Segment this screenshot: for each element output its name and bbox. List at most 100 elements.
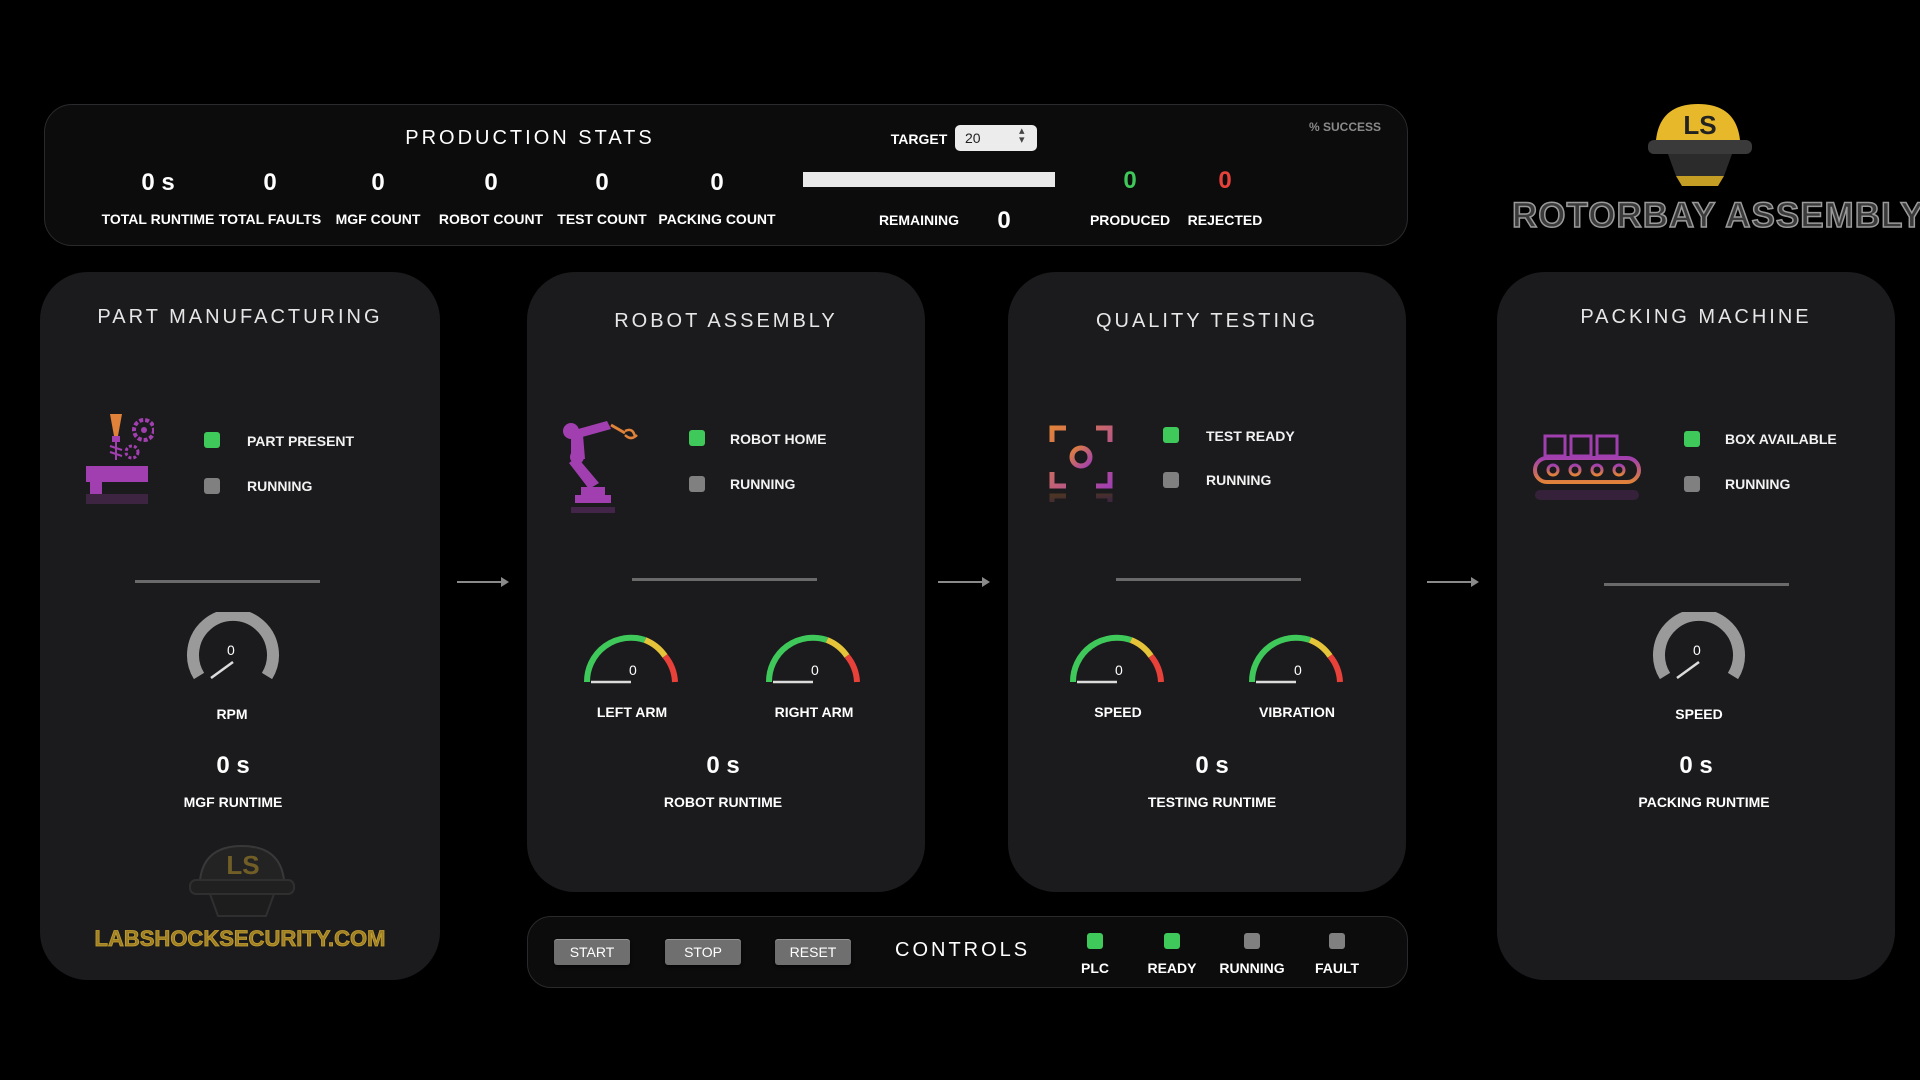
left-arm-gauge: 0: [581, 630, 681, 695]
flow-arrow: [457, 577, 509, 587]
runtime-label: PACKING RUNTIME: [1638, 794, 1770, 810]
station-title: QUALITY TESTING: [1095, 310, 1319, 332]
right-arm-gauge: 0: [763, 630, 863, 695]
divider: [1604, 583, 1789, 586]
indicator-label: PART PRESENT: [247, 433, 355, 449]
gauge-label: SPEED: [1675, 706, 1723, 722]
gauge-label: SPEED: [1094, 704, 1142, 720]
station-packing-machine: PACKING MACHINE BOX AVAILABLE RUNNING 0 …: [1497, 272, 1895, 980]
vibration-gauge: 0: [1246, 630, 1346, 695]
stat-label: PACKING COUNT: [658, 211, 776, 227]
indicator-label: RUNNING: [730, 476, 796, 492]
target-select-value: 20: [965, 130, 981, 146]
production-stats-title: PRODUCTION STATS: [405, 127, 655, 149]
conveyor-icon: [1533, 432, 1643, 522]
target-select[interactable]: 20 ▴ ▾: [955, 125, 1037, 151]
brand-title: ROTORBAY ASSEMBLY: [1511, 195, 1920, 236]
stop-button[interactable]: STOP: [665, 939, 741, 965]
chevron-updown-icon: ▴ ▾: [1019, 125, 1025, 146]
indicator-label: RUNNING: [247, 478, 313, 494]
runtime-value: 0 s: [706, 752, 740, 779]
hardhat-watermark-icon: [189, 844, 295, 917]
indicator-label: READY: [1147, 960, 1197, 976]
produced-value: 0: [1123, 167, 1137, 194]
running-indicator: [1684, 476, 1700, 492]
stat-value: 0: [710, 169, 724, 196]
manufacturing-icon: [84, 414, 156, 524]
indicator-label: RUNNING: [1725, 476, 1791, 492]
controls-title: CONTROLS: [895, 939, 1031, 961]
gauge-value: 0: [811, 662, 819, 678]
gauge-label: RPM: [216, 706, 248, 722]
brand-website[interactable]: LABSHOCKSECURITY.COM: [40, 926, 440, 952]
success-label: % SUCCESS: [1309, 120, 1382, 134]
gauge-value: 0: [1115, 662, 1123, 678]
gauge-arc-icon: [1069, 634, 1164, 684]
speed-gauge: 0: [1649, 609, 1749, 697]
brand-logo-letters: LS: [1683, 110, 1717, 140]
flow-arrow: [1427, 577, 1479, 587]
box-available-indicator: [1684, 431, 1700, 447]
indicator-label: FAULT: [1314, 960, 1360, 976]
indicator-label: BOX AVAILABLE: [1725, 431, 1837, 447]
start-button[interactable]: START: [554, 939, 630, 965]
robot-arm-icon: [559, 417, 649, 527]
divider: [1116, 578, 1301, 581]
stat-label: MGF COUNT: [335, 211, 421, 227]
plc-indicator: [1087, 933, 1103, 949]
station-title: ROBOT ASSEMBLY: [614, 310, 838, 332]
brand-logo: LS: [1640, 96, 1760, 206]
watermark-logo: LS: [178, 832, 308, 932]
runtime-value: 0 s: [216, 752, 250, 779]
stat-label: TEST COUNT: [557, 211, 647, 227]
rejected-value: 0: [1218, 167, 1232, 194]
gauge-value: 0: [629, 662, 637, 678]
test-ready-indicator: [1163, 427, 1179, 443]
running-indicator: [1244, 933, 1260, 949]
ready-indicator: [1164, 933, 1180, 949]
robot-home-indicator: [689, 430, 705, 446]
rpm-gauge: 0: [183, 609, 283, 697]
indicator-label: RUNNING: [1219, 960, 1285, 976]
watermark-letters: LS: [226, 850, 260, 880]
runtime-label: MGF RUNTIME: [183, 794, 283, 810]
gauge-label: VIBRATION: [1259, 704, 1335, 720]
station-robot-assembly: ROBOT ASSEMBLY ROBOT HOME RUNNING 0 LEFT…: [527, 272, 925, 892]
stat-value: 0: [595, 169, 609, 196]
indicator-label: ROBOT HOME: [730, 431, 827, 447]
gauge-label: LEFT ARM: [596, 704, 668, 720]
fault-indicator: [1329, 933, 1345, 949]
rejected-label: REJECTED: [1187, 212, 1263, 228]
gauge-value: 0: [1693, 642, 1701, 658]
runtime-label: TESTING RUNTIME: [1147, 794, 1277, 810]
reset-button[interactable]: RESET: [775, 939, 851, 965]
running-indicator: [1163, 472, 1179, 488]
runtime-label: ROBOT RUNTIME: [663, 794, 783, 810]
station-title: PART MANUFACTURING: [97, 306, 383, 328]
gauge-label: RIGHT ARM: [774, 704, 854, 720]
gauge-arc-icon: [1248, 634, 1343, 684]
station-quality-testing: QUALITY TESTING TEST READY RUNNING 0 SPE…: [1008, 272, 1406, 892]
station-title: PACKING MACHINE: [1580, 306, 1812, 328]
stat-value: 0 s: [141, 169, 175, 196]
stat-value: 0: [371, 169, 385, 196]
speed-gauge: 0: [1067, 630, 1167, 695]
divider: [135, 580, 320, 583]
runtime-value: 0 s: [1195, 752, 1229, 779]
divider: [632, 578, 817, 581]
camera-focus-icon: [1048, 424, 1118, 524]
production-stats-panel: PRODUCTION STATS 0 s TOTAL RUNTIME 0 TOT…: [44, 104, 1408, 246]
flow-arrow: [938, 577, 990, 587]
part-present-indicator: [204, 432, 220, 448]
gauge-arc-icon: [765, 634, 860, 684]
stat-label: TOTAL RUNTIME: [101, 211, 215, 227]
running-indicator: [689, 476, 705, 492]
produced-label: PRODUCED: [1089, 212, 1171, 228]
indicator-label: RUNNING: [1206, 472, 1272, 488]
gauge-value: 0: [1294, 662, 1302, 678]
indicator-label: TEST READY: [1206, 428, 1295, 444]
station-part-manufacturing: PART MANUFACTURING PART PRESENT RUNNING …: [40, 272, 440, 980]
remaining-value: 0: [997, 207, 1011, 234]
runtime-value: 0 s: [1679, 752, 1713, 779]
controls-panel: START STOP RESET CONTROLS PLC READY RUNN…: [527, 916, 1408, 988]
